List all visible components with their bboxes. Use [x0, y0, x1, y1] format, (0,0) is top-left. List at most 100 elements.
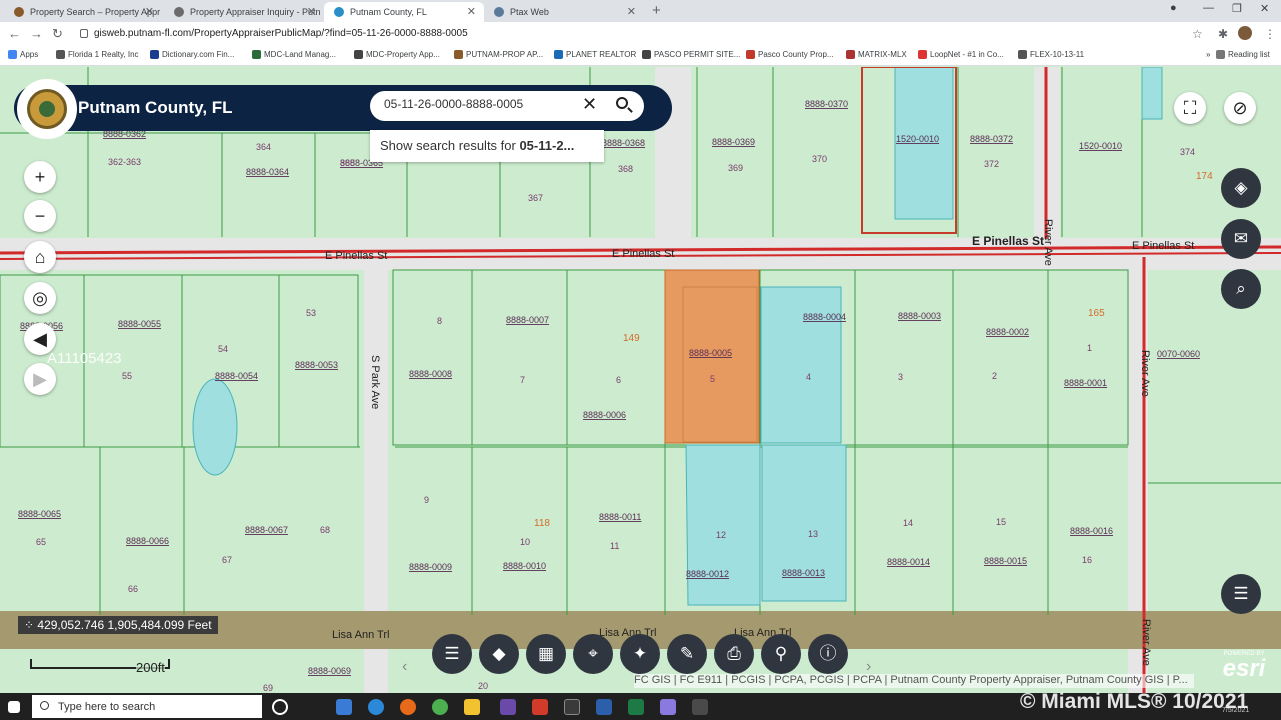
- hide-visibility-icon[interactable]: ⊘: [1224, 92, 1256, 124]
- parcel-id-label[interactable]: 8888-0007: [506, 315, 549, 325]
- parcel-id-label[interactable]: 8888-0003: [898, 311, 941, 321]
- parcel-id-label[interactable]: 8888-0066: [126, 536, 169, 546]
- parcel-id-label[interactable]: 8888-0009: [409, 562, 452, 572]
- parcel-id-label[interactable]: 8888-0067: [245, 525, 288, 535]
- bookmark-item[interactable]: Pasco County Prop...: [746, 50, 834, 59]
- parcel-id-label[interactable]: 1520-0010: [896, 134, 939, 144]
- search-icon[interactable]: [616, 97, 628, 109]
- email-icon[interactable]: ✉: [1221, 219, 1261, 259]
- basemap-icon[interactable]: ◈: [1221, 168, 1261, 208]
- clear-search-icon[interactable]: ✕: [582, 94, 597, 115]
- bookmark-item[interactable]: PASCO PERMIT SITE...: [642, 50, 740, 59]
- windows-start-icon[interactable]: [8, 701, 20, 713]
- legend-list-icon[interactable]: ☰: [1221, 574, 1261, 614]
- parcel-id-label[interactable]: 8888-0011: [599, 512, 641, 522]
- locate-icon[interactable]: ◎: [24, 282, 56, 314]
- search-suggestion[interactable]: Show search results for 05-11-2...: [370, 130, 604, 162]
- chrome-icon[interactable]: [432, 699, 448, 715]
- toolbar-prev-icon[interactable]: ‹: [402, 658, 407, 676]
- close-tab-icon[interactable]: ✕: [467, 5, 476, 18]
- parcel-id-label[interactable]: 8888-0368: [602, 138, 645, 148]
- fullscreen-icon[interactable]: ⛶: [1174, 92, 1206, 124]
- back-arrow-icon[interactable]: ←: [8, 26, 21, 41]
- maximize-icon[interactable]: ❐: [1232, 2, 1242, 15]
- task-view-icon[interactable]: [336, 699, 352, 715]
- parcel-id-label[interactable]: 8888-0053: [295, 360, 338, 370]
- bookmark-item[interactable]: Florida 1 Realty, Inc: [56, 50, 139, 59]
- file-explorer-icon[interactable]: [464, 699, 480, 715]
- taskbar-search-input[interactable]: Type here to search: [32, 695, 262, 718]
- parcel-id-label[interactable]: 8888-0010: [503, 561, 546, 571]
- layers-icon[interactable]: ◆: [479, 634, 519, 674]
- browser-tab[interactable]: Property Appraiser Inquiry - Putn ✕: [164, 2, 324, 22]
- parcel-map[interactable]: E Pinellas St E Pinellas St E Pinellas S…: [0, 67, 1281, 693]
- browser-tab[interactable]: Property Search – Property Appr ✕: [4, 2, 162, 22]
- close-tab-icon[interactable]: ✕: [145, 5, 154, 18]
- parcel-id-label[interactable]: 8888-0012: [686, 569, 729, 579]
- parcel-id-label[interactable]: 8888-0369: [712, 137, 755, 147]
- parcel-id-label[interactable]: 8888-0016: [1070, 526, 1113, 536]
- app-icon[interactable]: [692, 699, 708, 715]
- grid-icon[interactable]: ▦: [526, 634, 566, 674]
- app-icon[interactable]: [660, 699, 676, 715]
- minimize-icon[interactable]: —: [1203, 2, 1214, 14]
- parcel-id-label[interactable]: 8888-0054: [215, 371, 258, 381]
- share-icon[interactable]: ⚲: [761, 634, 801, 674]
- parcel-id-label[interactable]: 8888-0055: [118, 319, 161, 329]
- parcel-id-label[interactable]: 8888-0372: [970, 134, 1013, 144]
- bookmark-item[interactable]: MDC-Property App...: [354, 50, 440, 59]
- excel-icon[interactable]: [628, 699, 644, 715]
- tab-search-icon[interactable]: ●: [1170, 2, 1177, 14]
- firefox-icon[interactable]: [400, 699, 416, 715]
- search-input[interactable]: 05-11-26-0000-8888-0005 ✕: [370, 91, 644, 121]
- parcel-id-label[interactable]: 8888-0364: [246, 167, 289, 177]
- draw-icon[interactable]: ✎: [667, 634, 707, 674]
- app-icon[interactable]: [532, 699, 548, 715]
- parcel-id-label[interactable]: 1520-0010: [1079, 141, 1122, 151]
- parcel-id-label[interactable]: 0070-0060: [1157, 349, 1200, 359]
- list-icon[interactable]: ☰: [432, 634, 472, 674]
- map-canvas[interactable]: E Pinellas St E Pinellas St E Pinellas S…: [0, 67, 1281, 693]
- forward-arrow-icon[interactable]: →: [30, 26, 43, 41]
- reload-icon[interactable]: ↻: [52, 26, 63, 42]
- bookmark-item[interactable]: PUTNAM-PROP AP...: [454, 50, 543, 59]
- reading-list[interactable]: Reading list: [1216, 50, 1270, 59]
- cortana-icon[interactable]: [272, 699, 288, 715]
- browser-tab-active[interactable]: Putnam County, FL ✕: [324, 2, 484, 22]
- parcel-id-label[interactable]: 8888-0004: [803, 312, 846, 322]
- bookmark-item[interactable]: Dictionary.com Fin...: [150, 50, 234, 59]
- parcel-id-label[interactable]: 8888-0005: [689, 348, 732, 358]
- edge-icon[interactable]: [368, 699, 384, 715]
- parcel-id-label[interactable]: 8888-0006: [583, 410, 626, 420]
- app-icon[interactable]: [564, 699, 580, 715]
- next-extent-icon[interactable]: ▶: [24, 363, 56, 395]
- parcel-id-label[interactable]: 8888-0015: [984, 556, 1027, 566]
- url-field[interactable]: gisweb.putnam-fl.com/PropertyAppraiserPu…: [76, 25, 1186, 43]
- extensions-icon[interactable]: ✱: [1218, 27, 1228, 41]
- menu-dots-icon[interactable]: ⋮: [1264, 27, 1276, 41]
- close-tab-icon[interactable]: ✕: [627, 5, 636, 18]
- parcel-id-label[interactable]: 8888-0013: [782, 568, 825, 578]
- zoom-out-button[interactable]: −: [24, 200, 56, 232]
- zoom-in-button[interactable]: +: [24, 161, 56, 193]
- close-tab-icon[interactable]: ✕: [307, 5, 316, 18]
- parcel-id-label[interactable]: 8888-0069: [308, 666, 351, 676]
- location-pin-icon[interactable]: ⌖: [573, 634, 613, 674]
- home-icon[interactable]: ⌂: [24, 241, 56, 273]
- search-layer-icon[interactable]: ⌕: [1221, 269, 1261, 309]
- parcel-id-label[interactable]: 8888-0370: [805, 99, 848, 109]
- browser-tab[interactable]: Ptax Web ✕: [484, 2, 644, 22]
- app-icon[interactable]: [500, 699, 516, 715]
- measure-icon[interactable]: ✦: [620, 634, 660, 674]
- close-window-icon[interactable]: ✕: [1260, 2, 1269, 15]
- parcel-id-label[interactable]: 8888-0008: [409, 369, 452, 379]
- more-bookmarks-icon[interactable]: »: [1194, 50, 1210, 59]
- bookmark-item[interactable]: MDC-Land Manag...: [252, 50, 336, 59]
- bookmark-item[interactable]: FLEX-10-13-11: [1018, 50, 1084, 59]
- print-icon[interactable]: ⎙: [714, 634, 754, 674]
- bookmark-item[interactable]: LoopNet - #1 in Co...: [918, 50, 1004, 59]
- word-icon[interactable]: [596, 699, 612, 715]
- bookmark-star-icon[interactable]: ☆: [1192, 27, 1203, 41]
- bookmark-item[interactable]: MATRIX-MLX: [846, 50, 907, 59]
- profile-avatar[interactable]: [1238, 26, 1252, 40]
